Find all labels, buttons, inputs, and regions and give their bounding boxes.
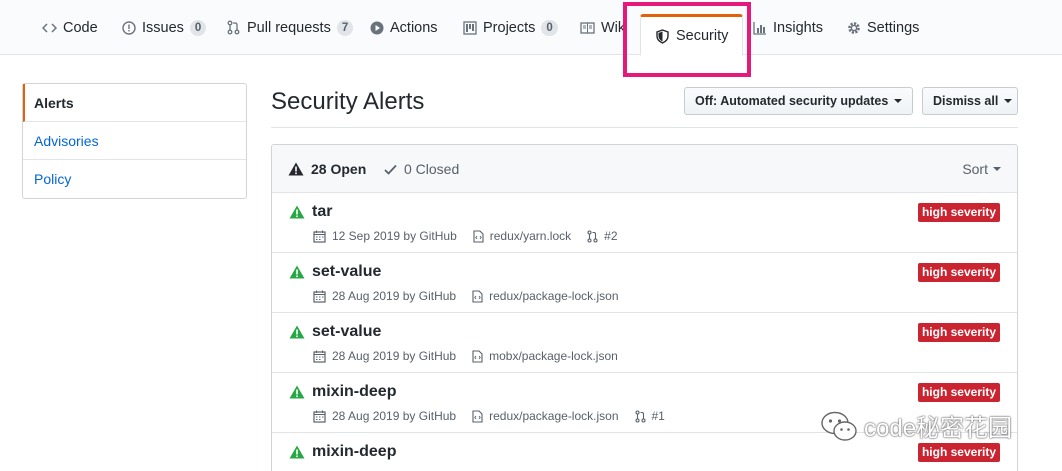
watermark-text: code秘密花园 xyxy=(864,415,1013,442)
button-label: Dismiss all xyxy=(933,94,999,108)
alert-package-name[interactable]: set-value xyxy=(312,263,381,281)
alert-manifest-file: redux/package-lock.json xyxy=(489,289,619,303)
file-code-icon xyxy=(472,409,483,423)
tab-label: Settings xyxy=(867,19,920,36)
severity-badge: high severity xyxy=(917,383,1000,402)
tab-projects[interactable]: Projects 0 xyxy=(462,0,558,55)
alert-pr-number[interactable]: #2 xyxy=(604,229,617,243)
issues-count: 0 xyxy=(189,19,207,36)
alert-package-name[interactable]: mixin-deep xyxy=(312,383,396,401)
alert-row[interactable]: tar 12 Sep 2019 by GitHub redux/yarn.loc… xyxy=(272,193,1017,253)
repo-tab-bar: Code Issues 0 Pull requests 7 Actions Pr… xyxy=(0,0,1062,56)
alert-icon xyxy=(289,325,305,339)
check-icon xyxy=(384,164,397,175)
caret-down-icon xyxy=(993,167,1001,171)
file-code-icon xyxy=(472,289,483,303)
severity-badge: high severity xyxy=(917,323,1000,342)
tab-label: Wiki xyxy=(601,19,626,36)
alerts-list-header: 28 Open 0 Closed Sort xyxy=(272,145,1017,193)
caret-down-icon xyxy=(1004,99,1013,103)
severity-badge: high severity xyxy=(917,203,1000,222)
calendar-icon xyxy=(313,350,326,363)
alert-package-name[interactable]: mixin-deep xyxy=(312,443,396,461)
alert-meta: 28 Aug 2019 by GitHub redux/package-lock… xyxy=(313,289,635,303)
alert-row[interactable]: set-value 28 Aug 2019 by GitHub mobx/pac… xyxy=(272,313,1017,373)
header-divider xyxy=(271,127,1018,128)
open-filter[interactable]: 28 Open xyxy=(288,145,366,193)
alert-package-name[interactable]: tar xyxy=(312,203,332,221)
alert-pr-number[interactable]: #1 xyxy=(652,409,665,423)
tab-label: Code xyxy=(63,19,98,36)
calendar-icon xyxy=(313,230,326,243)
alert-date: 28 Aug 2019 by GitHub xyxy=(332,349,457,363)
shield-icon xyxy=(655,28,670,44)
file-code-icon xyxy=(473,229,484,243)
tab-label: Pull requests xyxy=(247,19,331,36)
wechat-logo-icon xyxy=(821,411,857,441)
alert-icon xyxy=(289,445,305,459)
tab-security[interactable]: Security xyxy=(640,14,744,56)
tab-code[interactable]: Code xyxy=(42,0,98,55)
pull-request-icon xyxy=(587,229,598,243)
alert-icon xyxy=(289,205,305,219)
play-icon xyxy=(369,20,384,35)
alert-icon xyxy=(289,265,305,279)
alert-meta: 28 Aug 2019 by GitHub redux/package-lock… xyxy=(313,409,681,423)
alert-icon xyxy=(289,385,305,399)
tab-actions[interactable]: Actions xyxy=(369,0,438,55)
alert-meta: 28 Aug 2019 by GitHub mobx/package-lock.… xyxy=(313,349,634,363)
alert-manifest-file: redux/package-lock.json xyxy=(489,409,619,423)
closed-count: 0 Closed xyxy=(404,161,460,177)
tab-label: Actions xyxy=(390,19,438,36)
tab-label: Issues xyxy=(142,19,184,36)
alert-date: 12 Sep 2019 by GitHub xyxy=(332,229,457,243)
alert-package-name[interactable]: set-value xyxy=(312,323,381,341)
file-code-icon xyxy=(472,349,483,363)
severity-badge: high severity xyxy=(917,263,1000,282)
gear-icon xyxy=(846,20,861,35)
automated-security-updates-button[interactable]: Off: Automated security updates xyxy=(684,87,913,115)
alert-row[interactable]: set-value 28 Aug 2019 by GitHub redux/pa… xyxy=(272,253,1017,313)
closed-filter[interactable]: 0 Closed xyxy=(384,145,459,193)
open-count: 28 Open xyxy=(311,161,367,177)
severity-badge: high severity xyxy=(917,443,1000,462)
page-title: Security Alerts xyxy=(271,88,425,115)
tab-issues[interactable]: Issues 0 xyxy=(121,0,207,55)
security-sidebar-menu: Alerts Advisories Policy xyxy=(22,83,247,199)
sidebar-item-policy[interactable]: Policy xyxy=(23,160,246,198)
button-label: Off: Automated security updates xyxy=(695,94,889,108)
sidebar-item-advisories[interactable]: Advisories xyxy=(23,122,246,160)
tab-insights[interactable]: Insights xyxy=(752,0,823,55)
caret-down-icon xyxy=(894,99,903,103)
calendar-icon xyxy=(313,290,326,303)
watermark: code秘密花园 xyxy=(820,408,1012,443)
sort-label: Sort xyxy=(962,161,988,177)
projects-count: 0 xyxy=(541,19,558,36)
sidebar-item-alerts[interactable]: Alerts xyxy=(23,84,246,122)
code-icon xyxy=(42,20,57,35)
tab-label: Projects xyxy=(483,19,536,36)
alert-manifest-file: mobx/package-lock.json xyxy=(489,349,618,363)
pull-requests-count: 7 xyxy=(336,19,354,36)
tab-wiki[interactable]: Wiki xyxy=(580,0,626,55)
book-icon xyxy=(580,20,595,35)
alert-date: 28 Aug 2019 by GitHub xyxy=(332,289,457,303)
calendar-icon xyxy=(313,410,326,423)
alert-meta: 12 Sep 2019 by GitHub redux/yarn.lock #2 xyxy=(313,229,634,243)
tab-label: Insights xyxy=(773,19,823,36)
sort-dropdown[interactable]: Sort xyxy=(962,145,1001,193)
pull-request-icon xyxy=(634,409,646,423)
dismiss-all-button[interactable]: Dismiss all xyxy=(922,87,1018,115)
alert-manifest-file: redux/yarn.lock xyxy=(489,229,572,243)
alert-icon xyxy=(288,162,304,176)
tab-label: Security xyxy=(676,28,729,44)
project-icon xyxy=(462,20,477,35)
graph-icon xyxy=(752,20,767,35)
issue-icon xyxy=(121,20,136,35)
tab-settings[interactable]: Settings xyxy=(846,0,919,55)
tab-pull-requests[interactable]: Pull requests 7 xyxy=(226,0,354,55)
alert-date: 28 Aug 2019 by GitHub xyxy=(332,409,457,423)
pull-request-icon xyxy=(226,20,241,35)
